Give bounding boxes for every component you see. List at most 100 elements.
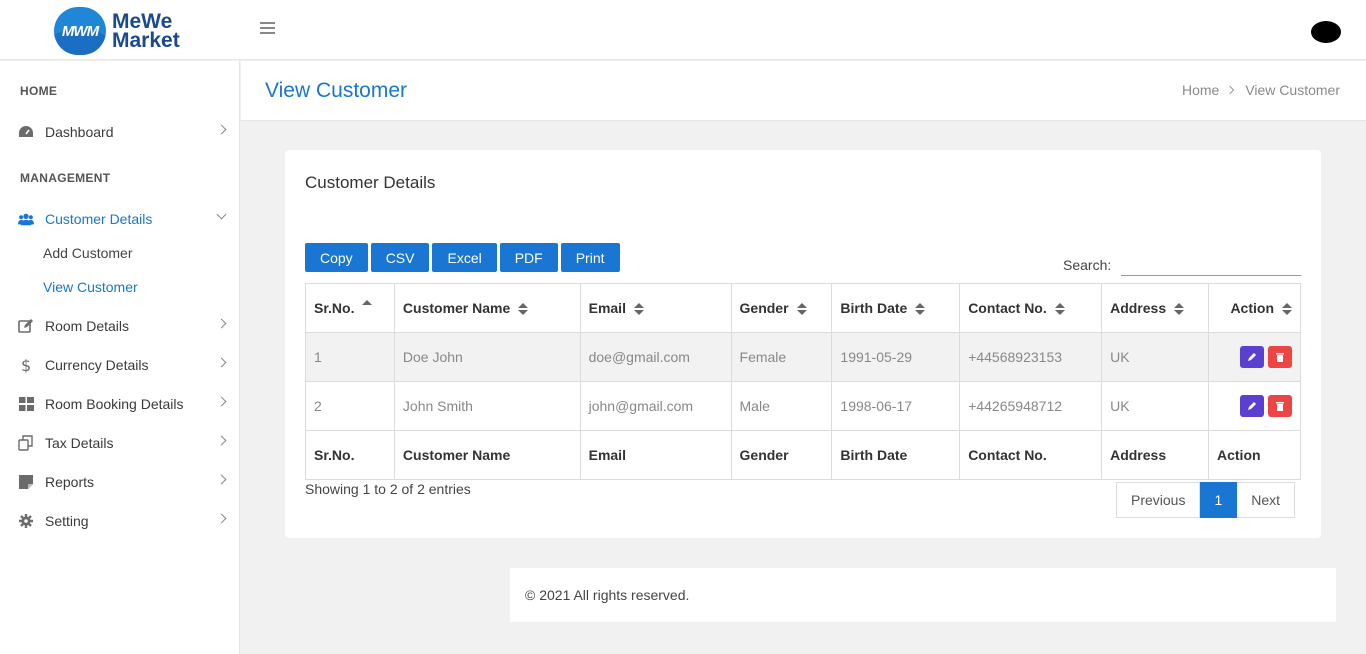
sidebar-item-customer-details[interactable]: Customer Details: [0, 204, 240, 234]
cell-contact-no: +44265948712: [959, 381, 1103, 431]
csv-button[interactable]: CSV: [370, 243, 430, 272]
sort-icon: [796, 303, 807, 316]
page-1-button[interactable]: 1: [1200, 482, 1238, 518]
users-icon: [18, 211, 34, 227]
sort-icon: [633, 303, 644, 316]
pencil-icon: [1248, 402, 1256, 410]
dollar-icon: $: [18, 357, 34, 373]
col-header-birth-date[interactable]: Birth Date: [831, 283, 961, 333]
grid-icon: [18, 396, 34, 412]
chevron-right-icon: [216, 513, 227, 524]
sidebar-subitem-add-customer[interactable]: Add Customer: [43, 245, 132, 261]
sort-asc-icon: [362, 300, 373, 312]
sidebar-item-setting[interactable]: Setting: [0, 506, 240, 536]
note-icon: [18, 474, 34, 490]
page-header: View Customer Home View Customer: [241, 61, 1366, 121]
customer-details-card: Customer Details Copy CSV Excel PDF Prin…: [285, 150, 1321, 538]
cell-address: UK: [1101, 332, 1209, 382]
delete-button[interactable]: [1268, 395, 1292, 417]
col-header-action[interactable]: Action: [1208, 283, 1301, 333]
previous-page-button[interactable]: Previous: [1116, 482, 1201, 518]
cell-email: john@gmail.com: [579, 381, 732, 431]
chevron-right-icon: [216, 357, 227, 368]
next-page-button[interactable]: Next: [1237, 482, 1296, 518]
footer-email: Email: [579, 430, 732, 480]
sidebar-item-tax-details[interactable]: Tax Details: [0, 428, 240, 458]
sidebar-item-label: Tax Details: [45, 435, 114, 451]
cell-gender: Female: [730, 332, 833, 382]
col-header-sr-no[interactable]: Sr.No.: [305, 283, 395, 333]
col-header-gender[interactable]: Gender: [730, 283, 833, 333]
table-header-row: Sr.No. Customer Name Email Gender Birth …: [305, 283, 1301, 333]
sidebar-item-label: Setting: [45, 513, 89, 529]
brand-logo[interactable]: MWM MeWe Market: [54, 7, 180, 55]
sort-icon: [518, 303, 529, 316]
top-bar: MWM MeWe Market: [0, 0, 1366, 60]
excel-button[interactable]: Excel: [432, 243, 497, 272]
menu-toggle-icon[interactable]: [260, 22, 275, 36]
footer-action: Action: [1208, 430, 1301, 480]
breadcrumb-separator-icon: [1226, 85, 1235, 95]
sort-icon: [1174, 303, 1185, 316]
search-label: Search:: [1063, 257, 1112, 273]
print-button[interactable]: Print: [560, 243, 620, 272]
sidebar-item-label: Room Details: [45, 318, 130, 334]
pdf-button[interactable]: PDF: [499, 243, 558, 272]
delete-button[interactable]: [1268, 346, 1292, 368]
col-header-address[interactable]: Address: [1101, 283, 1209, 333]
copy-button[interactable]: Copy: [305, 243, 368, 272]
chevron-right-icon: [216, 474, 227, 485]
cell-email: doe@gmail.com: [579, 332, 732, 382]
copy-icon: [18, 435, 34, 451]
sidebar-item-room-booking-details[interactable]: Room Booking Details: [0, 389, 240, 419]
logo-badge: MWM: [54, 7, 106, 55]
pagination: Previous 1 Next: [1116, 482, 1296, 518]
cell-sr-no: 1: [305, 332, 395, 382]
cell-birth-date: 1991-05-29: [831, 332, 961, 382]
sidebar-item-room-details[interactable]: Room Details: [0, 311, 240, 341]
dashboard-icon: [18, 124, 34, 140]
breadcrumb-current: View Customer: [1245, 82, 1340, 98]
breadcrumb-home[interactable]: Home: [1182, 82, 1219, 98]
sidebar-item-currency-details[interactable]: $ Currency Details: [0, 350, 240, 380]
col-header-customer-name[interactable]: Customer Name: [393, 283, 581, 333]
sidebar-subitem-view-customer[interactable]: View Customer: [43, 279, 138, 295]
cell-birth-date: 1998-06-17: [831, 381, 961, 431]
chevron-right-icon: [216, 435, 227, 446]
sidebar-item-label: Reports: [45, 474, 95, 490]
sidebar-item-label: Currency Details: [45, 357, 149, 373]
sort-icon: [1054, 303, 1065, 316]
page-title: View Customer: [265, 79, 407, 102]
export-buttons: Copy CSV Excel PDF Print: [305, 243, 623, 272]
col-header-email[interactable]: Email: [579, 283, 732, 333]
sidebar-item-reports[interactable]: Reports: [0, 467, 240, 497]
card-title: Customer Details: [305, 173, 436, 192]
copyright-text: © 2021 All rights reserved.: [525, 587, 690, 603]
table-info: Showing 1 to 2 of 2 entries: [305, 481, 471, 497]
table-row: 2 John Smith john@gmail.com Male 1998-06…: [305, 381, 1301, 431]
sidebar-item-label: Customer Details: [45, 211, 153, 227]
pencil-icon: [1248, 353, 1256, 361]
edit-button[interactable]: [1240, 346, 1264, 368]
trash-icon: [1276, 402, 1284, 411]
table-footer-row: Sr.No. Customer Name Email Gender Birth …: [305, 430, 1301, 480]
footer-birth-date: Birth Date: [831, 430, 961, 480]
table-row: 1 Doe John doe@gmail.com Female 1991-05-…: [305, 332, 1301, 382]
sidebar-item-label: Room Booking Details: [45, 396, 184, 412]
col-header-contact-no[interactable]: Contact No.: [959, 283, 1103, 333]
sidebar-item-dashboard[interactable]: Dashboard: [0, 117, 240, 147]
cell-contact-no: +44568923153: [959, 332, 1103, 382]
search-input[interactable]: [1121, 254, 1302, 276]
cell-customer-name: John Smith: [393, 381, 581, 431]
footer-address: Address: [1101, 430, 1209, 480]
edit-icon: [18, 318, 34, 334]
cell-action: [1208, 381, 1301, 431]
gear-icon: [18, 513, 34, 529]
sidebar-heading-home: HOME: [20, 84, 58, 98]
sidebar: HOME Dashboard MANAGEMENT Customer Detai…: [0, 61, 240, 654]
edit-button[interactable]: [1240, 395, 1264, 417]
avatar[interactable]: [1311, 21, 1341, 43]
cell-sr-no: 2: [305, 381, 395, 431]
page-footer: © 2021 All rights reserved.: [510, 568, 1336, 622]
chevron-right-icon: [216, 318, 227, 329]
